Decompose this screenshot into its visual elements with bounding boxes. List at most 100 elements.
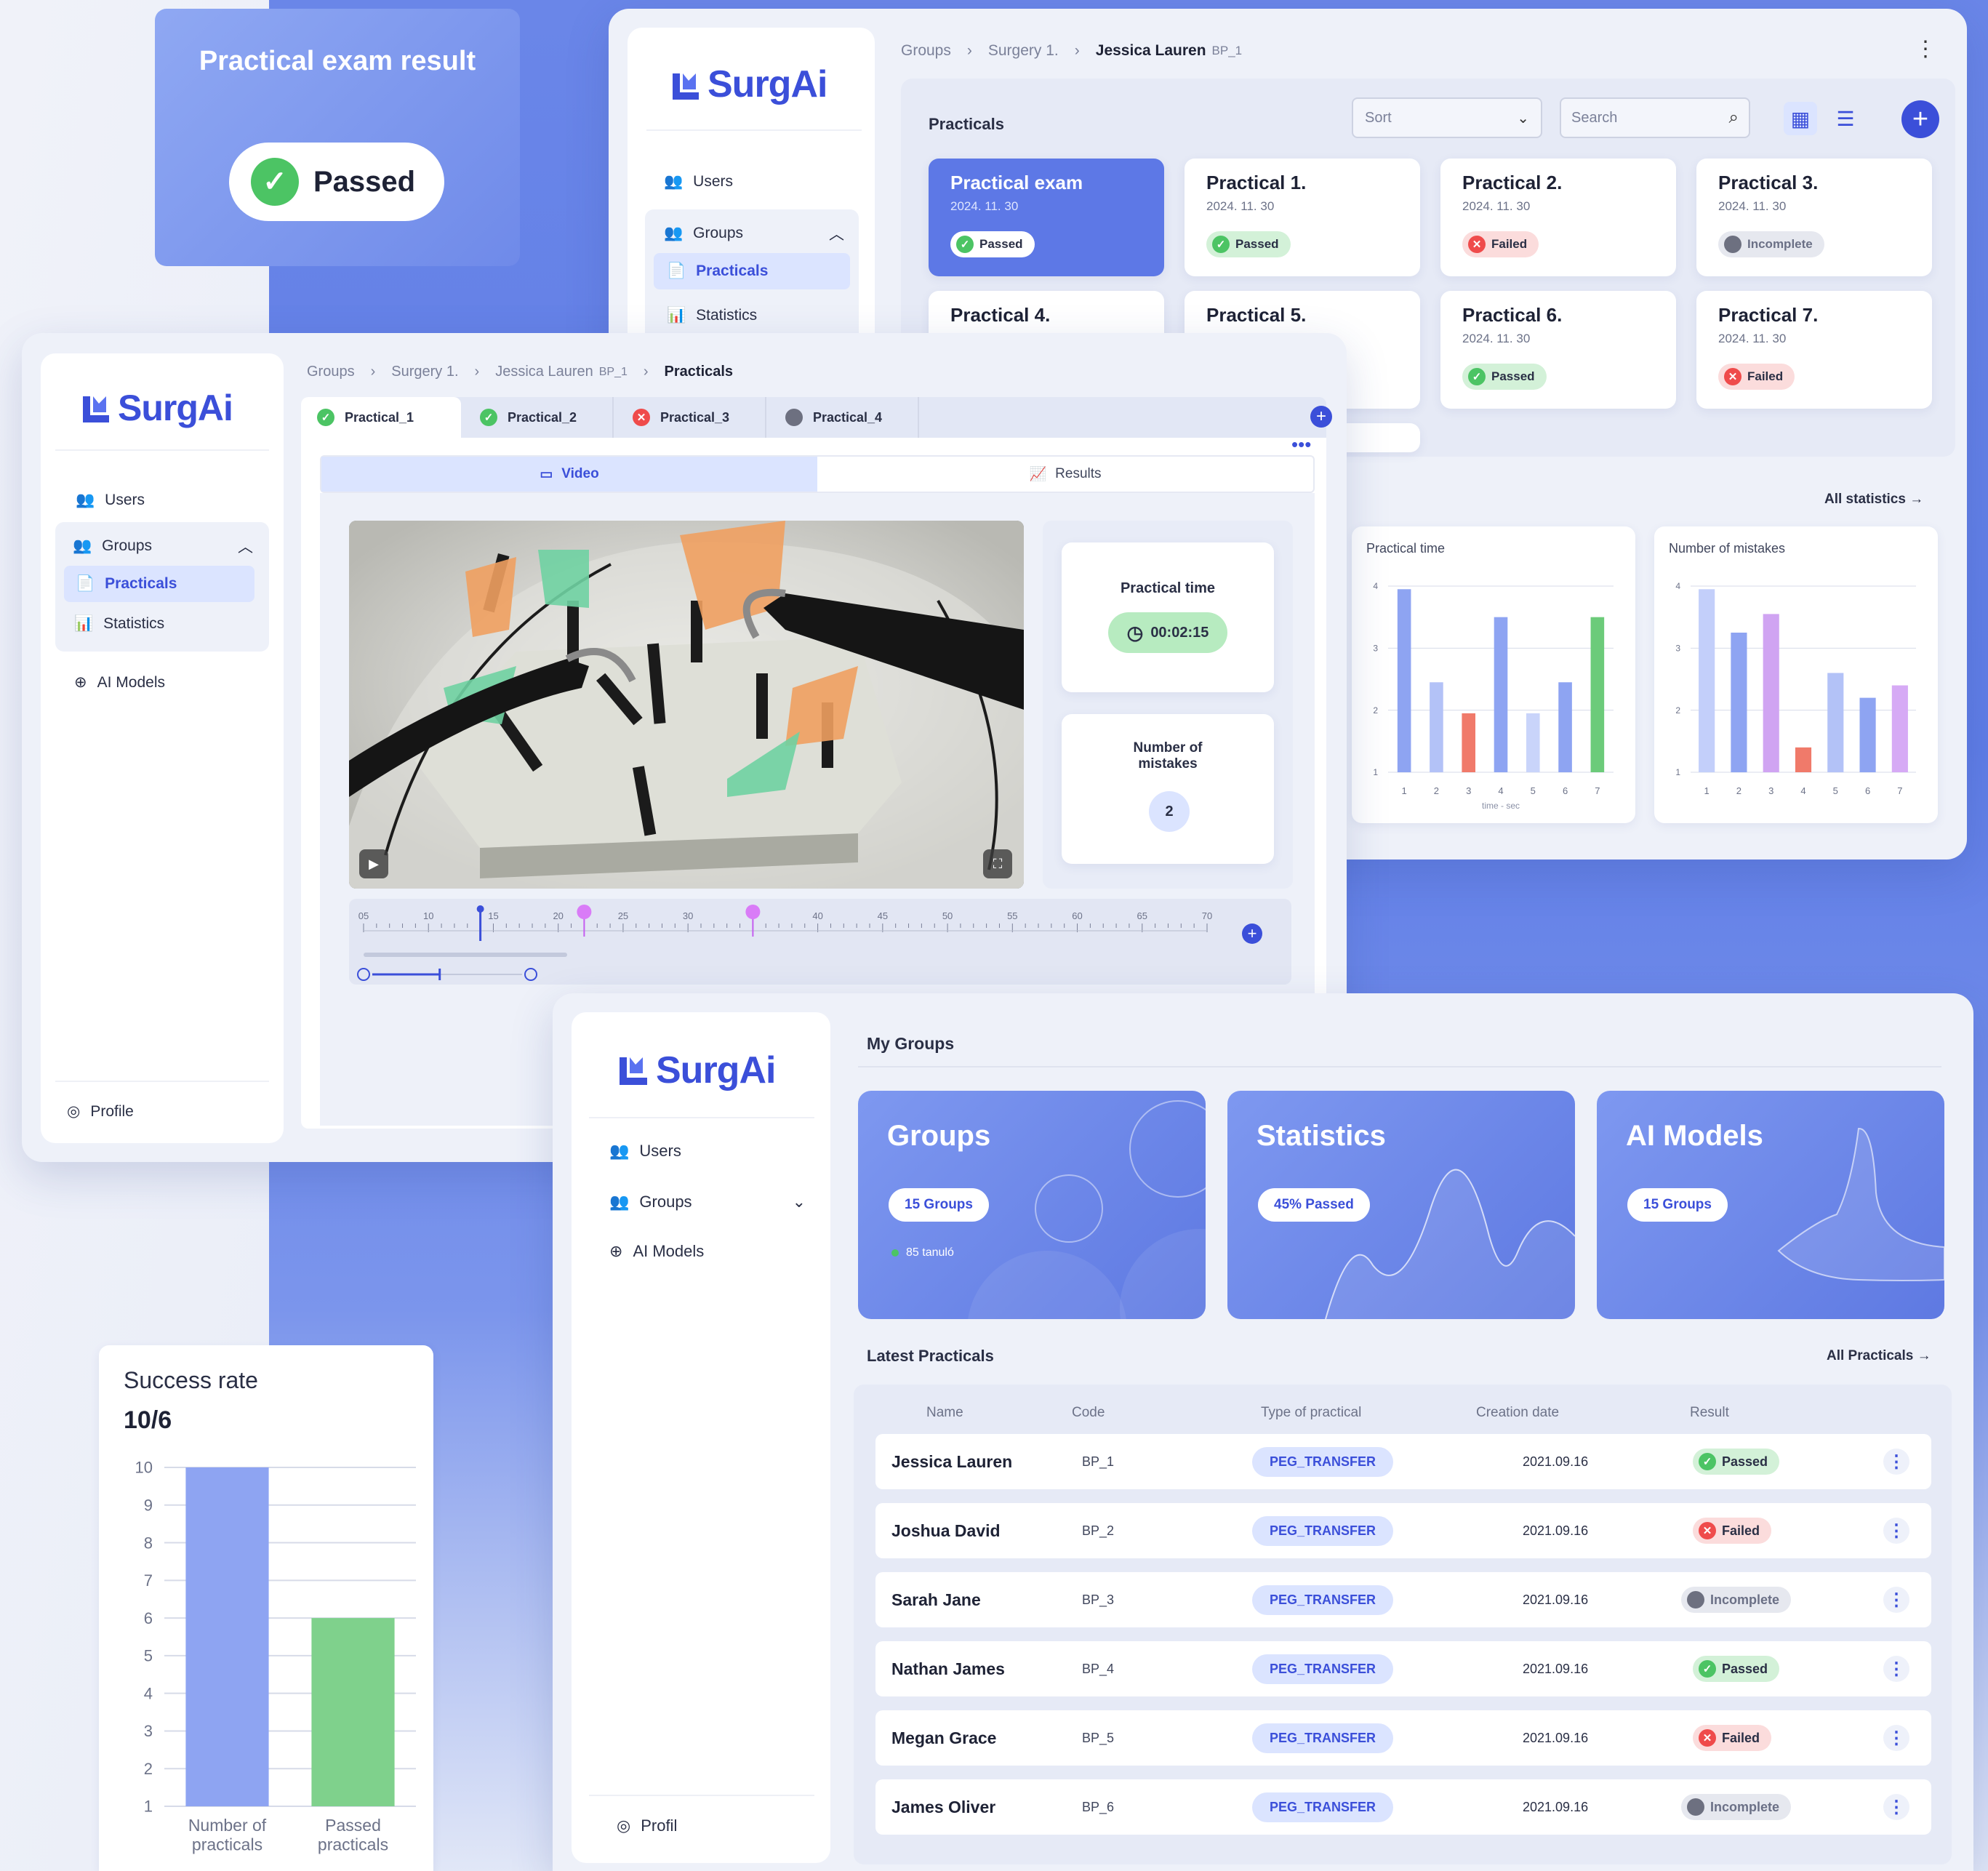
- sidebar-item-groups[interactable]: 👥 Groups ︿: [73, 535, 262, 557]
- timeline[interactable]: 05 10 15 20 25 30 40 45 50 55 60 65 70 +: [349, 899, 1291, 985]
- practical-card[interactable]: Practical 7. 2024. 11. 30 ✕ Failed: [1696, 291, 1932, 409]
- student-code: BP_2: [1082, 1523, 1115, 1538]
- sidebar-item-profile[interactable]: ◎ Profil: [617, 1816, 677, 1835]
- sidebar-item-practicals[interactable]: 📄 Practicals: [654, 253, 850, 289]
- subtab-video[interactable]: ▭ Video: [321, 457, 817, 492]
- student-code: BP_4: [1082, 1661, 1115, 1676]
- x-tick-label: Passed: [325, 1816, 381, 1835]
- logo: SurgAi: [670, 63, 827, 106]
- sidebar-item-groups[interactable]: 👥 Groups ︿: [664, 223, 853, 244]
- y-tick-label: 4: [1675, 581, 1680, 591]
- users-icon: 👥: [609, 1142, 630, 1160]
- table-row[interactable]: James Oliver BP_6 PEG_TRANSFER 2021.09.16 In…: [875, 1779, 1931, 1835]
- x-tick-label: 7: [1897, 785, 1902, 796]
- table-row[interactable]: Joshua David BP_2 PEG_TRANSFER 2021.09.16 ✕ F…: [875, 1503, 1931, 1558]
- subtab-bar: ▭ Video 📈 Results: [320, 455, 1315, 493]
- row-menu-icon[interactable]: ⋮: [1883, 1587, 1909, 1613]
- grid-view-button[interactable]: ▦: [1784, 102, 1817, 135]
- zoom-out-icon[interactable]: [524, 968, 537, 981]
- video-frame[interactable]: ▶ ⛶: [349, 521, 1024, 889]
- more-icon[interactable]: ⋮: [1915, 36, 1936, 62]
- all-statistics-link[interactable]: All statistics →: [1824, 492, 1923, 508]
- practical-title: Practical 6.: [1462, 304, 1563, 326]
- sidebar-item-ai-models[interactable]: ⊕ AI Models: [74, 673, 165, 692]
- practical-title: Practical 7.: [1718, 304, 1819, 326]
- sidebar-item-groups[interactable]: 👥 Groups ⌄: [609, 1193, 806, 1211]
- timeline-svg: 05 10 15 20 25 30 40 45 50 55 60 65 70: [357, 905, 1212, 981]
- page-title: My Groups: [867, 1034, 955, 1053]
- bar: [311, 1618, 395, 1806]
- sidebar-item-users[interactable]: 👥 Users: [76, 492, 145, 509]
- row-menu-icon[interactable]: ⋮: [1883, 1449, 1909, 1475]
- crumb-student[interactable]: Jessica Lauren: [495, 364, 593, 380]
- hero-groups[interactable]: Groups 15 Groups 85 tanuló: [858, 1091, 1206, 1319]
- add-button[interactable]: +: [1901, 100, 1939, 138]
- more-icon[interactable]: •••: [1291, 433, 1311, 456]
- row-menu-icon[interactable]: ⋮: [1883, 1794, 1909, 1820]
- x-icon: ✕: [633, 409, 650, 426]
- result-title: Practical exam result: [199, 46, 476, 76]
- tab-practical[interactable]: ✓ Practical_2: [464, 397, 614, 438]
- y-tick-label: 2: [1675, 705, 1680, 716]
- sidebar-item-statistics[interactable]: 📊 Statistics: [74, 615, 164, 633]
- practical-card[interactable]: Practical 3. 2024. 11. 30 Incomplete: [1696, 159, 1932, 276]
- hero-ai-models[interactable]: AI Models 15 Groups: [1597, 1091, 1944, 1319]
- tab-practical[interactable]: ✕ Practical_3: [617, 397, 766, 438]
- student-name: Sarah Jane: [891, 1590, 981, 1609]
- table-row[interactable]: Nathan James BP_4 PEG_TRANSFER 2021.09.16 ✓ P…: [875, 1641, 1931, 1696]
- mistake-marker[interactable]: [745, 905, 761, 919]
- table-row[interactable]: Sarah Jane BP_3 PEG_TRANSFER 2021.09.16 Inco…: [875, 1572, 1931, 1627]
- practical-title: Practical exam: [950, 172, 1083, 193]
- all-practicals-link[interactable]: All Practicals →: [1827, 1348, 1931, 1364]
- creation-date: 2021.09.16: [1523, 1661, 1589, 1676]
- sort-dropdown[interactable]: Sort ⌄: [1352, 97, 1542, 138]
- breadcrumb: Groups › Surgery 1. › Jessica Lauren BP_1 › …: [307, 364, 733, 380]
- sidebar-item-users[interactable]: 👥 Users: [664, 173, 733, 191]
- practical-title: Practical 2.: [1462, 172, 1563, 193]
- practical-card[interactable]: Practical 2. 2024. 11. 30 ✕ Failed: [1440, 159, 1676, 276]
- row-menu-icon[interactable]: ⋮: [1883, 1518, 1909, 1544]
- groups-icon: 👥: [664, 225, 684, 241]
- list-view-icon[interactable]: ☰: [1829, 102, 1862, 135]
- check-icon: ✓: [1212, 236, 1230, 253]
- crumb-practicals: Practicals: [664, 364, 734, 380]
- x-axis-label: time - sec: [1482, 801, 1520, 811]
- practical-card[interactable]: Practical 1. 2024. 11. 30 ✓ Passed: [1185, 159, 1420, 276]
- crumb-surgery[interactable]: Surgery 1.: [391, 364, 458, 380]
- hero-statistics[interactable]: Statistics 45% Passed: [1227, 1091, 1575, 1319]
- timeline-tick: 45: [878, 910, 888, 921]
- crumb-surgery[interactable]: Surgery 1.: [988, 42, 1059, 60]
- row-menu-icon[interactable]: ⋮: [1883, 1656, 1909, 1682]
- mistake-marker[interactable]: [577, 905, 592, 919]
- add-marker-button[interactable]: +: [1242, 924, 1262, 944]
- x-tick-label: 5: [1833, 785, 1838, 796]
- chart-svg: 1 2 3 4 1 2 3 4 5 6 7: [1675, 581, 1916, 796]
- x-tick-label: 6: [1865, 785, 1870, 796]
- hero-sub: 85 tanuló: [891, 1246, 954, 1259]
- mistakes-card: Number of mistakes 2: [1062, 714, 1274, 864]
- tab-practical[interactable]: ✓ Practical_1: [301, 397, 461, 438]
- zoom-in-icon[interactable]: [357, 968, 370, 981]
- sidebar-item-practicals[interactable]: 📄 Practicals: [64, 566, 254, 602]
- sidebar-item-users[interactable]: 👥 Users: [609, 1142, 681, 1161]
- sidebar-item-profile[interactable]: ◎ Profile: [67, 1102, 134, 1121]
- tab-practical[interactable]: Practical_4: [769, 397, 919, 438]
- play-button[interactable]: ▶: [359, 849, 388, 878]
- fullscreen-button[interactable]: ⛶: [983, 849, 1012, 878]
- practical-card[interactable]: Practical exam 2024. 11. 30 ✓ Passed: [929, 159, 1164, 276]
- sidebar-item-statistics[interactable]: 📊 Statistics: [667, 307, 757, 324]
- row-menu-icon[interactable]: ⋮: [1883, 1725, 1909, 1751]
- bar: [185, 1467, 269, 1806]
- check-icon: ✓: [1699, 1453, 1716, 1470]
- search-input[interactable]: Search ⌕: [1560, 97, 1750, 138]
- subtab-results[interactable]: 📈 Results: [817, 457, 1313, 492]
- crumb-groups[interactable]: Groups: [307, 364, 355, 380]
- crumb-groups[interactable]: Groups: [901, 42, 951, 60]
- table-row[interactable]: Jessica Lauren BP_1 PEG_TRANSFER 2021.09.16…: [875, 1434, 1931, 1489]
- x-tick-label: 2: [1434, 785, 1439, 796]
- practical-card[interactable]: Practical 6. 2024. 11. 30 ✓ Passed: [1440, 291, 1676, 409]
- add-tab-button[interactable]: +: [1310, 406, 1332, 428]
- chevron-down-icon: ⌄: [1517, 110, 1529, 127]
- sidebar-item-ai-models[interactable]: ⊕ AI Models: [609, 1242, 704, 1261]
- table-row[interactable]: Megan Grace BP_5 PEG_TRANSFER 2021.09.16 ✕ Fa…: [875, 1710, 1931, 1766]
